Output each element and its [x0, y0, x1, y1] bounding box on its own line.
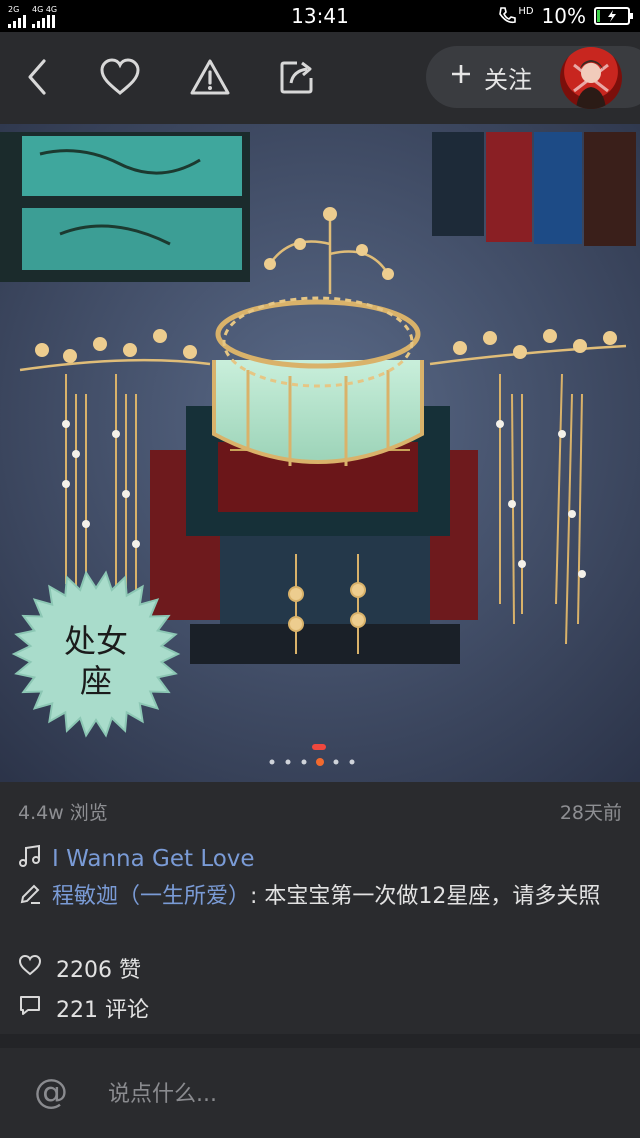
battery-icon [594, 7, 633, 25]
hd-call-icon: HD [497, 6, 534, 26]
music-row[interactable]: I Wanna Get Love [18, 844, 255, 874]
post-photo[interactable]: 处女 座 [0, 124, 640, 782]
warning-icon[interactable] [187, 54, 233, 100]
pencil-icon [18, 882, 42, 914]
carousel-dot [285, 759, 291, 765]
carousel-dot [301, 759, 307, 765]
divider [0, 1034, 640, 1048]
chevron-left-icon[interactable] [14, 54, 60, 100]
mention-icon[interactable]: @ [34, 1072, 68, 1112]
sticker-line-1: 处女 [64, 622, 128, 660]
post-meta: 4.4w 浏览 28天前 [18, 798, 622, 825]
comment-bar: @ [0, 1048, 640, 1138]
comment-count: 221 评论 [56, 998, 149, 1023]
comment-row[interactable]: 221 评论 [18, 992, 149, 1024]
carousel-dot [333, 759, 339, 765]
post-time: 28天前 [559, 802, 622, 824]
like-count: 2206 赞 [56, 958, 141, 983]
comment-input[interactable] [108, 1076, 588, 1112]
carousel-dot [269, 759, 275, 765]
heart-icon [18, 954, 42, 982]
like-row[interactable]: 2206 赞 [18, 952, 141, 984]
carousel-dot [316, 758, 324, 766]
caption-text: : 本宝宝第一次做12星座，请多关照 [250, 884, 601, 909]
heart-icon[interactable] [97, 54, 143, 100]
view-count: 4.4w 浏览 [18, 802, 108, 824]
status-bar: 2G 4G 4G 13:41 HD 10% [0, 0, 640, 32]
status-right: HD 10% [497, 4, 633, 28]
carousel-active-marker [312, 744, 326, 750]
author-name[interactable]: 程敏迦（一生所爱） [52, 884, 250, 909]
plus-icon [450, 63, 472, 91]
carousel-dot [349, 759, 355, 765]
comment-bubble-icon [18, 994, 42, 1022]
hd-badge: HD [518, 6, 534, 17]
top-toolbar: 关注 [0, 32, 640, 124]
music-note-icon [18, 844, 42, 874]
post-description: 程敏迦（一生所爱）: 本宝宝第一次做12星座，请多关照 [18, 882, 628, 914]
music-title[interactable]: I Wanna Get Love [52, 846, 255, 872]
share-icon[interactable] [274, 54, 320, 100]
battery-percent: 10% [541, 4, 586, 28]
sticker-line-2: 座 [80, 662, 112, 700]
author-avatar[interactable] [560, 47, 622, 109]
follow-label: 关注 [484, 65, 532, 94]
battery-level [597, 10, 601, 22]
headdress-photo: 处女 座 [0, 124, 640, 782]
